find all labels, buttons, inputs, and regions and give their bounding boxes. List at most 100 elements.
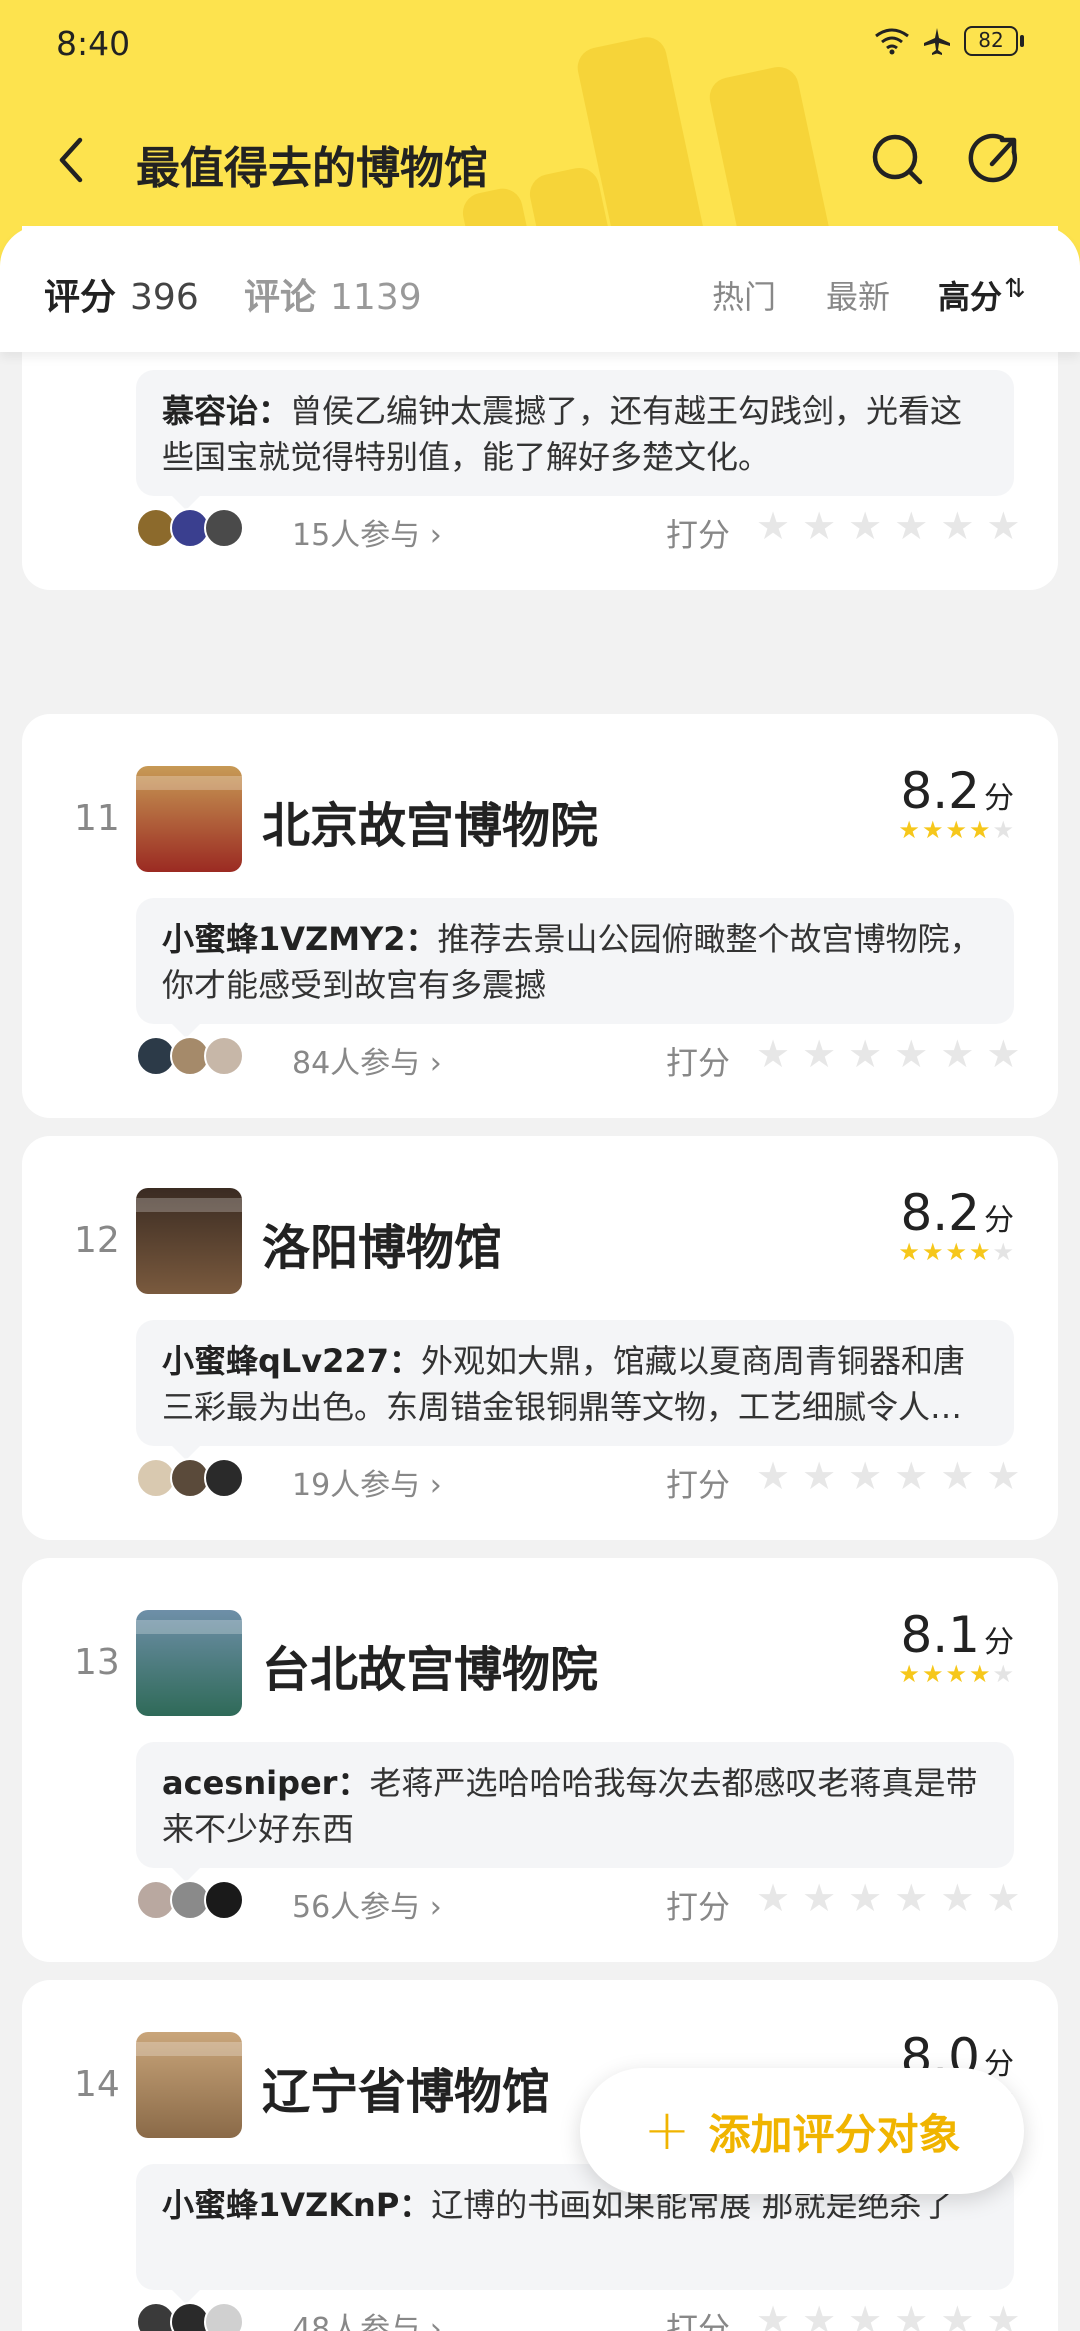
rate-star-icon[interactable]: ★: [940, 506, 974, 546]
rate-star-icon[interactable]: ★: [894, 2300, 928, 2331]
rate-star-icon[interactable]: ★: [986, 1878, 1020, 1918]
rate-star-icon[interactable]: ★: [756, 1456, 790, 1496]
score-block: 8.2 分 ★ ★ ★ ★ ★: [898, 762, 1014, 842]
museum-name[interactable]: 辽宁省博物馆: [262, 2052, 550, 2122]
rate-star-icon[interactable]: ★: [894, 1456, 928, 1496]
museum-thumbnail[interactable]: [136, 766, 242, 872]
rate-label: 打分: [666, 1044, 731, 1082]
rate-star-icon[interactable]: ★: [802, 1034, 836, 1074]
star-icon: ★: [945, 816, 967, 844]
rate-stars[interactable]: ★ ★ ★ ★ ★ ★: [756, 1878, 1020, 1918]
museum-name[interactable]: 台北故宫博物院: [262, 1630, 598, 1700]
rate-stars[interactable]: ★ ★ ★ ★ ★ ★: [756, 2300, 1020, 2331]
participants-link[interactable]: 15人参与 ›: [292, 510, 442, 554]
rate-star-icon[interactable]: ★: [802, 1456, 836, 1496]
rate-star-icon[interactable]: ★: [802, 506, 836, 546]
participants-link[interactable]: 48人参与 ›: [292, 2304, 442, 2331]
tab-rating-count: 396: [130, 277, 199, 318]
star-icon: ★: [945, 1660, 967, 1688]
chevron-right-icon: ›: [429, 518, 442, 553]
score-value: 8.2: [900, 1184, 980, 1242]
comment-user: 小蜜蜂1VZMY2：: [162, 920, 438, 958]
star-icon: ★: [968, 1238, 991, 1266]
rate-star-icon[interactable]: ★: [986, 1034, 1020, 1074]
rate-star-icon[interactable]: ★: [802, 1878, 836, 1918]
score-stars: ★★★★★: [898, 818, 1014, 842]
top-comment[interactable]: acesniper：老蒋严选哈哈哈我每次去都感叹老蒋真是带来不少好东西: [136, 1742, 1014, 1868]
participants-link[interactable]: 84人参与 ›: [292, 1038, 442, 1082]
participant-avatars[interactable]: [136, 508, 244, 548]
sort-hot[interactable]: 热门: [712, 272, 776, 318]
participant-avatars[interactable]: [136, 1880, 244, 1920]
chevron-right-icon: ›: [429, 1046, 442, 1081]
avatar: [204, 508, 244, 548]
add-rating-object-button[interactable]: + 添加评分对象: [580, 2068, 1024, 2194]
rate-star-icon[interactable]: ★: [756, 1034, 790, 1074]
rate-star-icon[interactable]: ★: [848, 1456, 882, 1496]
rate-star-icon[interactable]: ★: [940, 1878, 974, 1918]
top-comment[interactable]: 小蜜蜂qLv227：外观如大鼎，馆藏以夏商周青铜器和唐三彩最为出色。东周错金银铜…: [136, 1320, 1014, 1446]
rate-star-icon[interactable]: ★: [894, 1034, 928, 1074]
tab-comments[interactable]: 评论 1139: [244, 268, 422, 320]
rating-card[interactable]: 12 洛阳博物馆 8.2 分 ★ ★ ★ ★ ★ 小蜜蜂qLv227：外观如大鼎，馆藏以夏…: [22, 1136, 1058, 1540]
chevron-right-icon: ›: [429, 2312, 442, 2331]
sort-high[interactable]: 高分: [938, 272, 1002, 318]
chevron-right-icon: ›: [429, 1890, 442, 1925]
star-icon: ★: [921, 1660, 944, 1688]
museum-thumbnail[interactable]: [136, 1610, 242, 1716]
sort-order-icon[interactable]: ⇅: [1004, 274, 1026, 304]
rate-star-icon[interactable]: ★: [756, 1878, 790, 1918]
rate-star-icon[interactable]: ★: [802, 2300, 836, 2331]
tab-rating[interactable]: 评分 396: [44, 268, 199, 320]
top-comment[interactable]: 慕容诒：曾侯乙编钟太震撼了，还有越王勾践剑，光看这些国宝就觉得特别值，能了解好多…: [136, 370, 1014, 496]
star-icon: ★: [992, 816, 1014, 844]
rating-card[interactable]: 13 台北故宫博物院 8.1 分 ★ ★ ★ ★ ★ acesniper：老蒋严选哈哈哈我…: [22, 1558, 1058, 1962]
rate-star-icon[interactable]: ★: [848, 2300, 882, 2331]
rating-list[interactable]: 10 湖北省博物馆 8.3分 ★★★★★ 慕容诒：曾侯乙编钟太震撼了，还有越王勾…: [0, 226, 1080, 2331]
rate-label: 打分: [666, 1888, 731, 1926]
score-unit: 分: [984, 1625, 1014, 1660]
share-icon[interactable]: [966, 128, 1030, 192]
participants-link[interactable]: 19人参与 ›: [292, 1460, 442, 1504]
museum-name[interactable]: 洛阳博物馆: [262, 1208, 502, 1278]
rate-star-icon[interactable]: ★: [940, 1034, 974, 1074]
top-comment[interactable]: 小蜜蜂1VZMY2：推荐去景山公园俯瞰整个故宫博物院，你才能感受到故宫有多震撼: [136, 898, 1014, 1024]
rate-star-icon[interactable]: ★: [894, 1878, 928, 1918]
battery-icon: 82: [964, 26, 1024, 56]
rate-star-icon[interactable]: ★: [986, 2300, 1020, 2331]
rate-star-icon[interactable]: ★: [848, 1034, 882, 1074]
rate-stars[interactable]: ★ ★ ★ ★ ★ ★: [756, 506, 1020, 546]
rate-star-icon[interactable]: ★: [986, 1456, 1020, 1496]
participants-count: 84人参与: [292, 1046, 421, 1081]
nav-bar: 最值得去的博物馆: [0, 110, 1080, 210]
rate-star-icon[interactable]: ★: [894, 506, 928, 546]
airplane-mode-icon: [924, 28, 950, 55]
participants-count: 19人参与: [292, 1468, 421, 1503]
star-icon: ★: [968, 816, 991, 844]
participants-link[interactable]: 56人参与 ›: [292, 1882, 442, 1926]
rate-star-icon[interactable]: ★: [756, 2300, 790, 2331]
sort-new[interactable]: 最新: [826, 272, 890, 318]
rate-star-icon[interactable]: ★: [756, 506, 790, 546]
participant-avatars[interactable]: [136, 1036, 244, 1076]
rate-stars[interactable]: ★ ★ ★ ★ ★ ★: [756, 1456, 1020, 1496]
rate-star-icon[interactable]: ★: [986, 506, 1020, 546]
museum-thumbnail[interactable]: [136, 1188, 242, 1294]
participant-avatars[interactable]: [136, 2302, 244, 2331]
rate-star-icon[interactable]: ★: [848, 1878, 882, 1918]
score-unit: 分: [984, 1203, 1014, 1238]
rating-card[interactable]: 11 北京故宫博物院 8.2 分 ★ ★ ★ ★ ★ 小蜜蜂1VZMY2：推荐去景山公园俯…: [22, 714, 1058, 1118]
participants-count: 48人参与: [292, 2312, 421, 2331]
museum-thumbnail[interactable]: [136, 2032, 242, 2138]
score-block: 8.1 分 ★ ★ ★ ★ ★: [898, 1606, 1014, 1686]
rate-star-icon[interactable]: ★: [848, 506, 882, 546]
participant-avatars[interactable]: [136, 1458, 244, 1498]
wifi-icon: [875, 28, 909, 55]
avatar: [204, 1880, 244, 1920]
back-arrow-icon[interactable]: [44, 130, 104, 190]
search-icon[interactable]: [866, 128, 930, 192]
rate-stars[interactable]: ★ ★ ★ ★ ★ ★: [756, 1034, 1020, 1074]
museum-name[interactable]: 北京故宫博物院: [262, 786, 598, 856]
rate-star-icon[interactable]: ★: [940, 2300, 974, 2331]
rate-star-icon[interactable]: ★: [940, 1456, 974, 1496]
